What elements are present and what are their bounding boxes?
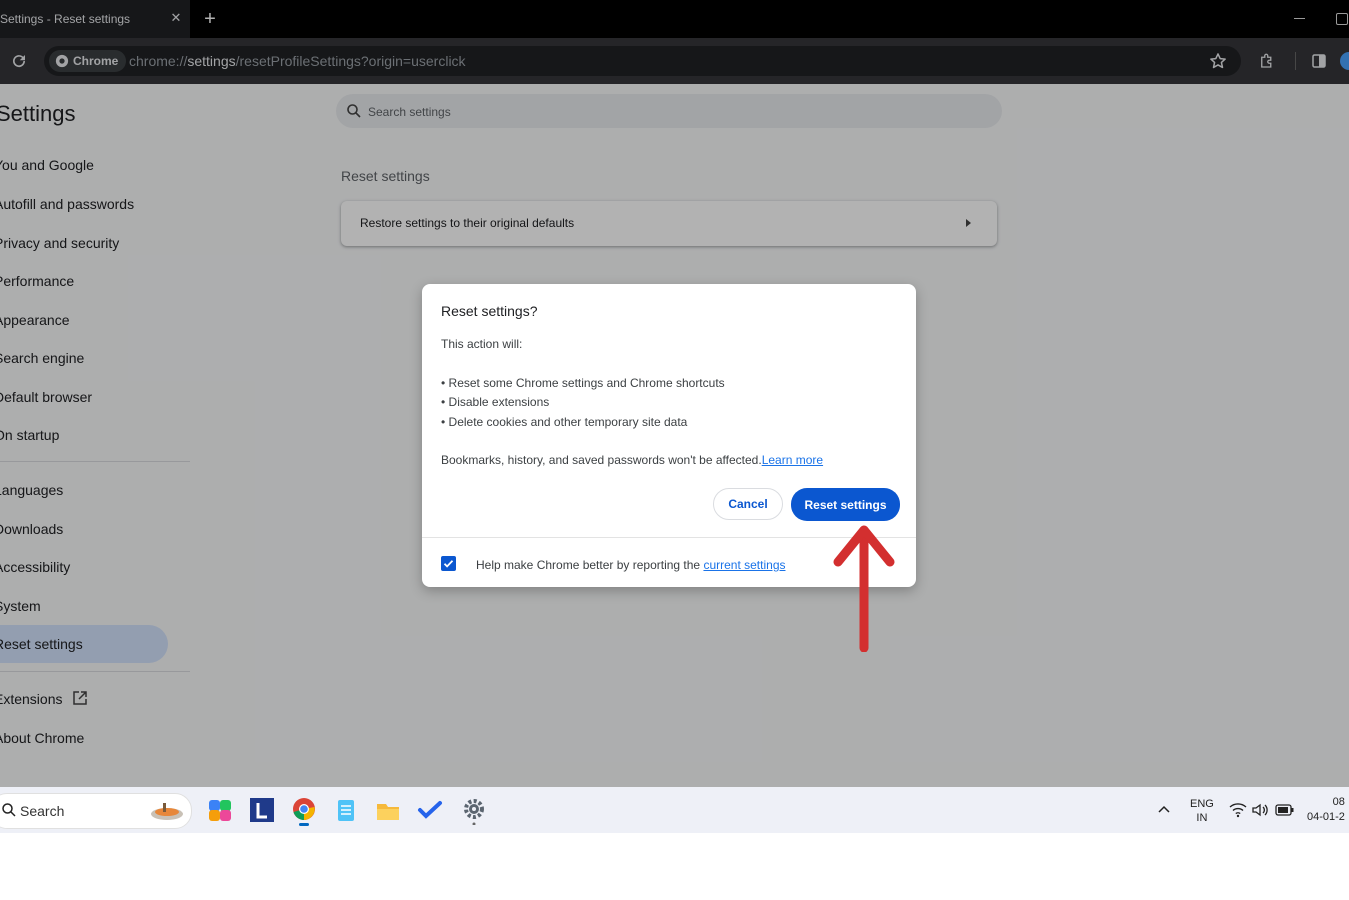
battery-icon[interactable]	[1275, 803, 1295, 817]
report-settings-checkbox[interactable]	[441, 556, 456, 571]
clock-date: 04-01-2	[1307, 811, 1345, 823]
footer-label: Help make Chrome better by reporting the	[476, 558, 704, 572]
dialog-note: Bookmarks, history, and saved passwords …	[441, 453, 823, 467]
dialog-note-text: Bookmarks, history, and saved passwords …	[441, 453, 762, 467]
dialog-title: Reset settings?	[441, 303, 538, 319]
taskbar-search[interactable]: Search	[0, 793, 192, 829]
taskbar-search-label: Search	[20, 803, 65, 819]
reset-settings-button[interactable]: Reset settings	[791, 488, 900, 521]
clock-time: 08	[1332, 796, 1345, 808]
dialog-bullet: • Delete cookies and other temporary sit…	[441, 415, 688, 429]
dialog-intro: This action will:	[441, 337, 523, 351]
todo-app-icon[interactable]	[416, 795, 444, 825]
volume-icon[interactable]	[1251, 802, 1269, 818]
wifi-icon[interactable]	[1229, 802, 1247, 818]
current-settings-link[interactable]: current settings	[703, 558, 785, 572]
chevron-up-icon[interactable]	[1156, 803, 1172, 815]
region-code: IN	[1196, 812, 1208, 824]
chrome-logo-icon	[293, 798, 315, 820]
settings-gear-icon[interactable]	[460, 795, 488, 825]
taskbar: Search ENG IN 08 04-01-2	[0, 787, 1349, 833]
dialog-bullet: • Disable extensions	[441, 395, 550, 409]
notepad-icon[interactable]	[332, 795, 360, 825]
learn-more-link[interactable]: Learn more	[762, 453, 823, 467]
cancel-button[interactable]: Cancel	[713, 488, 783, 520]
language-code: ENG	[1190, 798, 1214, 810]
copilot-app-icon[interactable]	[206, 795, 234, 825]
search-icon	[2, 803, 16, 817]
system-clock[interactable]: 08 04-01-2	[1307, 795, 1345, 825]
dialog-bullet: • Reset some Chrome settings and Chrome …	[441, 376, 725, 390]
annotation-arrow-icon	[833, 525, 895, 652]
language-indicator[interactable]: ENG IN	[1190, 797, 1214, 825]
chrome-taskbar-icon[interactable]	[290, 795, 318, 826]
active-app-indicator	[299, 823, 309, 826]
l-app-icon[interactable]	[248, 795, 276, 825]
search-highlight-icon	[151, 803, 183, 820]
screen: Settings - Reset settings ✕ + Chrome chr…	[0, 0, 1349, 833]
file-explorer-icon[interactable]	[374, 795, 402, 825]
checkmark-icon	[443, 560, 454, 568]
footer-text: Help make Chrome better by reporting the…	[476, 558, 786, 572]
